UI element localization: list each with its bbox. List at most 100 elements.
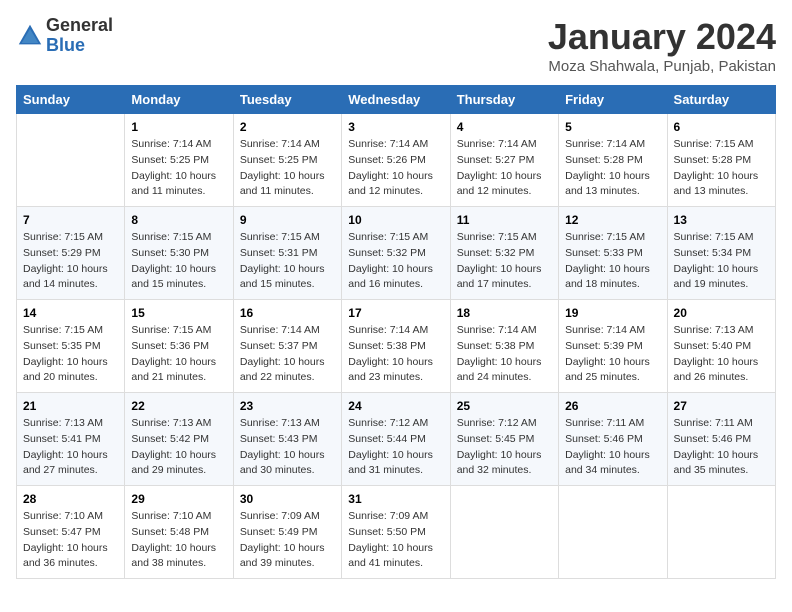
day-number: 12 [565,213,660,227]
week-row-2: 7 Sunrise: 7:15 AM Sunset: 5:29 PM Daylig… [17,207,776,300]
logo: General Blue [16,16,113,56]
day-info: Sunrise: 7:14 AM Sunset: 5:38 PM Dayligh… [457,323,552,386]
day-number: 6 [674,120,769,134]
week-row-3: 14Sunrise: 7:15 AM Sunset: 5:35 PM Dayli… [17,300,776,393]
day-number: 14 [23,306,118,320]
day-number: 3 [348,120,443,134]
day-number: 10 [348,213,443,227]
day-info: Sunrise: 7:14 AM Sunset: 5:39 PM Dayligh… [565,323,660,386]
calendar-cell: 3Sunrise: 7:14 AM Sunset: 5:26 PM Daylig… [342,114,450,207]
calendar-cell: 10 Sunrise: 7:15 AM Sunset: 5:32 PM Dayli… [342,207,450,300]
day-number: 23 [240,399,335,413]
header-day-friday: Friday [559,86,667,114]
day-info: Sunrise: 7:15 AM Sunset: 5:30 PM Dayligh… [131,230,226,293]
logo-text: General Blue [46,16,113,56]
day-number: 30 [240,492,335,506]
day-info: Sunrise: 7:13 AM Sunset: 5:43 PM Dayligh… [240,416,335,479]
day-info: Sunrise: 7:15 AM Sunset: 5:28 PM Dayligh… [674,137,769,200]
day-info: Sunrise: 7:13 AM Sunset: 5:42 PM Dayligh… [131,416,226,479]
calendar-cell: 1 Sunrise: 7:14 AM Sunset: 5:25 PM Daylig… [125,114,233,207]
day-number: 16 [240,306,335,320]
calendar-cell: 5 Sunrise: 7:14 AM Sunset: 5:28 PM Daylig… [559,114,667,207]
calendar-cell: 21Sunrise: 7:13 AM Sunset: 5:41 PM Dayli… [17,393,125,486]
page-header: General Blue January 2024 Moza Shahwala,… [16,16,776,75]
day-info: Sunrise: 7:09 AM Sunset: 5:49 PM Dayligh… [240,509,335,572]
day-info: Sunrise: 7:15 AM Sunset: 5:33 PM Dayligh… [565,230,660,293]
calendar-cell: 17Sunrise: 7:14 AM Sunset: 5:38 PM Dayli… [342,300,450,393]
day-number: 19 [565,306,660,320]
day-info: Sunrise: 7:13 AM Sunset: 5:40 PM Dayligh… [674,323,769,386]
day-number: 5 [565,120,660,134]
header-day-saturday: Saturday [667,86,775,114]
calendar-cell: 18 Sunrise: 7:14 AM Sunset: 5:38 PM Dayli… [450,300,558,393]
day-info: Sunrise: 7:12 AM Sunset: 5:44 PM Dayligh… [348,416,443,479]
header-day-wednesday: Wednesday [342,86,450,114]
calendar-table: SundayMondayTuesdayWednesdayThursdayFrid… [16,85,776,579]
day-number: 1 [131,120,226,134]
calendar-cell: 15Sunrise: 7:15 AM Sunset: 5:36 PM Dayli… [125,300,233,393]
calendar-cell: 14Sunrise: 7:15 AM Sunset: 5:35 PM Dayli… [17,300,125,393]
day-info: Sunrise: 7:11 AM Sunset: 5:46 PM Dayligh… [565,416,660,479]
day-number: 2 [240,120,335,134]
calendar-cell: 7 Sunrise: 7:15 AM Sunset: 5:29 PM Daylig… [17,207,125,300]
header-day-monday: Monday [125,86,233,114]
calendar-cell [667,486,775,579]
day-number: 18 [457,306,552,320]
day-number: 13 [674,213,769,227]
month-title: January 2024 [548,16,776,58]
calendar-cell: 26 Sunrise: 7:11 AM Sunset: 5:46 PM Dayli… [559,393,667,486]
day-number: 26 [565,399,660,413]
day-info: Sunrise: 7:14 AM Sunset: 5:38 PM Dayligh… [348,323,443,386]
day-info: Sunrise: 7:14 AM Sunset: 5:28 PM Dayligh… [565,137,660,200]
day-number: 9 [240,213,335,227]
day-info: Sunrise: 7:14 AM Sunset: 5:25 PM Dayligh… [240,137,335,200]
title-block: January 2024 Moza Shahwala, Punjab, Paki… [548,16,776,75]
header-day-tuesday: Tuesday [233,86,341,114]
day-info: Sunrise: 7:15 AM Sunset: 5:29 PM Dayligh… [23,230,118,293]
day-info: Sunrise: 7:10 AM Sunset: 5:47 PM Dayligh… [23,509,118,572]
day-number: 4 [457,120,552,134]
day-info: Sunrise: 7:15 AM Sunset: 5:34 PM Dayligh… [674,230,769,293]
calendar-cell: 25 Sunrise: 7:12 AM Sunset: 5:45 PM Dayli… [450,393,558,486]
day-number: 25 [457,399,552,413]
calendar-cell: 23 Sunrise: 7:13 AM Sunset: 5:43 PM Dayli… [233,393,341,486]
calendar-cell: 11 Sunrise: 7:15 AM Sunset: 5:32 PM Dayli… [450,207,558,300]
calendar-cell: 6 Sunrise: 7:15 AM Sunset: 5:28 PM Daylig… [667,114,775,207]
calendar-cell: 24Sunrise: 7:12 AM Sunset: 5:44 PM Dayli… [342,393,450,486]
day-number: 11 [457,213,552,227]
calendar-cell: 22Sunrise: 7:13 AM Sunset: 5:42 PM Dayli… [125,393,233,486]
calendar-cell: 28 Sunrise: 7:10 AM Sunset: 5:47 PM Dayli… [17,486,125,579]
day-info: Sunrise: 7:15 AM Sunset: 5:32 PM Dayligh… [457,230,552,293]
day-number: 31 [348,492,443,506]
day-info: Sunrise: 7:11 AM Sunset: 5:46 PM Dayligh… [674,416,769,479]
calendar-cell: 20 Sunrise: 7:13 AM Sunset: 5:40 PM Dayli… [667,300,775,393]
day-number: 20 [674,306,769,320]
day-info: Sunrise: 7:13 AM Sunset: 5:41 PM Dayligh… [23,416,118,479]
calendar-cell: 19 Sunrise: 7:14 AM Sunset: 5:39 PM Dayli… [559,300,667,393]
calendar-cell [450,486,558,579]
day-info: Sunrise: 7:14 AM Sunset: 5:37 PM Dayligh… [240,323,335,386]
day-info: Sunrise: 7:15 AM Sunset: 5:32 PM Dayligh… [348,230,443,293]
day-info: Sunrise: 7:10 AM Sunset: 5:48 PM Dayligh… [131,509,226,572]
location-text: Moza Shahwala, Punjab, Pakistan [548,58,776,75]
header-row: SundayMondayTuesdayWednesdayThursdayFrid… [17,86,776,114]
logo-blue-text: Blue [46,35,85,55]
week-row-1: 1 Sunrise: 7:14 AM Sunset: 5:25 PM Daylig… [17,114,776,207]
calendar-cell: 9 Sunrise: 7:15 AM Sunset: 5:31 PM Daylig… [233,207,341,300]
calendar-cell: 12 Sunrise: 7:15 AM Sunset: 5:33 PM Dayli… [559,207,667,300]
day-info: Sunrise: 7:15 AM Sunset: 5:31 PM Dayligh… [240,230,335,293]
day-number: 29 [131,492,226,506]
calendar-cell: 31Sunrise: 7:09 AM Sunset: 5:50 PM Dayli… [342,486,450,579]
day-info: Sunrise: 7:14 AM Sunset: 5:25 PM Dayligh… [131,137,226,200]
day-number: 8 [131,213,226,227]
day-number: 7 [23,213,118,227]
day-info: Sunrise: 7:12 AM Sunset: 5:45 PM Dayligh… [457,416,552,479]
logo-general-text: General [46,15,113,35]
calendar-cell: 30 Sunrise: 7:09 AM Sunset: 5:49 PM Dayli… [233,486,341,579]
week-row-5: 28 Sunrise: 7:10 AM Sunset: 5:47 PM Dayli… [17,486,776,579]
calendar-cell: 8 Sunrise: 7:15 AM Sunset: 5:30 PM Daylig… [125,207,233,300]
day-number: 28 [23,492,118,506]
header-day-sunday: Sunday [17,86,125,114]
day-info: Sunrise: 7:15 AM Sunset: 5:36 PM Dayligh… [131,323,226,386]
calendar-cell: 2 Sunrise: 7:14 AM Sunset: 5:25 PM Daylig… [233,114,341,207]
